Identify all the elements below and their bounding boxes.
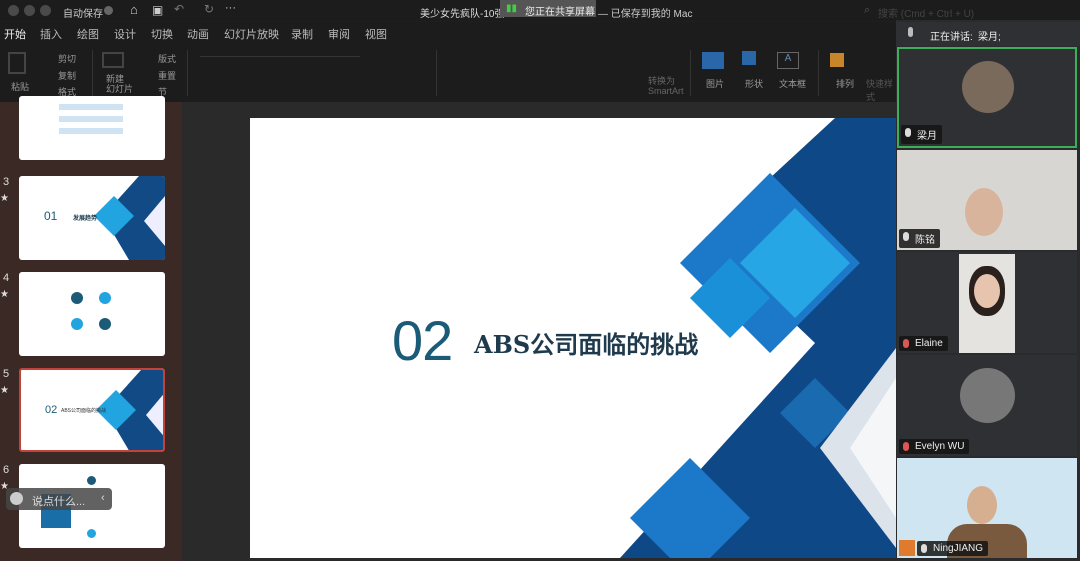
- signal-icon: ▮▮: [506, 3, 518, 14]
- tab-home[interactable]: 开始: [4, 26, 26, 46]
- tab-review[interactable]: 审阅: [328, 26, 350, 42]
- chat-placeholder: 说点什么...: [32, 496, 86, 508]
- redo-icon[interactable]: ↻: [204, 2, 214, 16]
- minimize-window-button[interactable]: [24, 5, 35, 16]
- tab-record[interactable]: 录制: [291, 26, 313, 42]
- participant-name: 梁月: [901, 125, 942, 144]
- video-tile-ningjiang[interactable]: NingJIANG: [897, 458, 1077, 558]
- arrange-button[interactable]: 排列: [836, 77, 854, 90]
- sharing-text: 您正在共享屏幕: [525, 7, 595, 18]
- new-slide-button[interactable]: 新建 幻灯片: [106, 74, 133, 94]
- slide-number: 3: [3, 176, 10, 188]
- microphone-icon: [903, 232, 909, 241]
- microphone-muted-icon: [903, 339, 909, 348]
- emoji-icon[interactable]: [10, 492, 23, 505]
- reset-button[interactable]: 重置: [158, 69, 176, 82]
- textbox-icon: A: [777, 52, 799, 69]
- participant-name: Elaine: [899, 336, 948, 351]
- avatar: [960, 368, 1015, 423]
- tab-view[interactable]: 视图: [365, 26, 387, 42]
- paste-icon[interactable]: [8, 52, 26, 74]
- picture-icon: [702, 52, 724, 69]
- slide-number: 4: [3, 272, 10, 284]
- new-slide-icon[interactable]: [102, 52, 124, 68]
- microphone-icon[interactable]: [908, 27, 913, 37]
- chat-input[interactable]: 说点什么... ‹: [6, 488, 112, 510]
- star-icon: ★: [0, 385, 9, 396]
- close-window-button[interactable]: [8, 5, 19, 16]
- slide-title: ABS公司面临的挑战: [61, 408, 107, 414]
- participant-name: Evelyn WU: [899, 439, 970, 454]
- undo-icon[interactable]: ↶: [174, 2, 184, 16]
- current-slide[interactable]: 02 ABS公司面临的挑战: [250, 118, 896, 558]
- slide-number: 6: [3, 464, 10, 476]
- star-icon: ★: [0, 289, 9, 300]
- shape-button[interactable]: 形状: [745, 77, 763, 90]
- host-icon: [899, 540, 915, 556]
- speaking-bar: 正在讲话: 梁月;: [896, 22, 1080, 46]
- participant-video: [965, 188, 1003, 236]
- home-icon[interactable]: ⌂: [130, 2, 138, 17]
- convert-smartart-button[interactable]: 转换为 SmartArt: [648, 76, 684, 96]
- copy-button[interactable]: 复制: [58, 69, 76, 82]
- autosave-label: 自动保存: [63, 9, 103, 20]
- video-tile-chenming[interactable]: 陈铭: [897, 150, 1077, 250]
- video-tile-elaine[interactable]: Elaine: [897, 252, 1077, 353]
- zoom-window-button[interactable]: [40, 5, 51, 16]
- document-title: 美少女先疯队-10强: [420, 9, 505, 20]
- sharing-badge[interactable]: ▮▮ 您正在共享屏幕: [500, 0, 596, 18]
- participant-video: [959, 254, 1015, 353]
- shape-icon: [742, 51, 756, 65]
- video-tile-evelyn-wu[interactable]: Evelyn WU: [897, 355, 1077, 456]
- layout-button[interactable]: 版式: [158, 52, 176, 65]
- slide-number-title: 02: [45, 404, 58, 416]
- cut-button[interactable]: 剪切: [58, 52, 76, 65]
- tab-design[interactable]: 设计: [114, 26, 136, 42]
- star-icon: ★: [0, 193, 9, 204]
- video-tile-liangyue[interactable]: 梁月: [897, 47, 1077, 148]
- saved-status: — 已保存到我的 Mac: [598, 9, 693, 20]
- autosave-toggle[interactable]: [104, 6, 113, 15]
- slide-thumbnail-2[interactable]: [19, 96, 165, 160]
- ribbon: 粘贴 剪切 复制 格式 新建 幻灯片 版式 重置 节 转换为 SmartArt …: [0, 44, 900, 102]
- search-icon: ⌕: [864, 4, 871, 16]
- search-input[interactable]: 搜索 (Cmd + Ctrl + U): [878, 5, 974, 20]
- slide-thumbnail-5-selected[interactable]: 02 ABS公司面临的挑战: [19, 368, 165, 452]
- participant-video: [967, 486, 997, 524]
- textbox-button[interactable]: 文本框: [779, 77, 806, 90]
- slide-thumbnail-4[interactable]: [19, 272, 165, 356]
- tab-draw[interactable]: 绘图: [77, 26, 99, 42]
- more-icon[interactable]: ···: [225, 2, 236, 14]
- save-icon[interactable]: ▣: [152, 3, 163, 17]
- title-bar: 自动保存 ⌂ ▣ ↶ ↻ ··· 美少女先疯队-10强 ▮▮ 您正在共享屏幕 — …: [0, 0, 1080, 21]
- slide-number-title: 01: [44, 209, 58, 223]
- arrange-icon: [830, 53, 844, 67]
- speaker-name: 梁月;: [978, 32, 1001, 43]
- microphone-icon: [905, 128, 911, 137]
- speaking-label: 正在讲话:: [930, 32, 973, 43]
- slide-number: 5: [3, 368, 10, 380]
- slide-title: 发展趋势: [73, 216, 98, 222]
- avatar: [962, 61, 1014, 113]
- paste-button[interactable]: 粘贴: [11, 80, 29, 93]
- participant-name: 陈铭: [899, 229, 940, 248]
- section-number: 02: [392, 309, 453, 372]
- tab-slideshow[interactable]: 幻灯片放映: [224, 26, 279, 42]
- quick-styles-button[interactable]: 快速样式: [866, 77, 900, 103]
- tab-insert[interactable]: 插入: [40, 26, 62, 42]
- tab-animations[interactable]: 动画: [187, 26, 209, 42]
- slide-title: ABS公司面临的挑战: [474, 330, 699, 359]
- font-name-select[interactable]: [200, 56, 360, 57]
- microphone-icon: [921, 544, 927, 553]
- meeting-video-panel: 正在讲话: 梁月; 梁月 陈铭 Elaine Evelyn WU NingJIA…: [896, 20, 1080, 561]
- participant-name: NingJIANG: [917, 541, 989, 556]
- slide-thumbnail-3[interactable]: 01 发展趋势: [19, 176, 165, 260]
- picture-button[interactable]: 图片: [706, 77, 724, 90]
- tab-transitions[interactable]: 切换: [151, 26, 173, 42]
- collapse-icon[interactable]: ‹: [101, 492, 105, 504]
- microphone-muted-icon: [903, 442, 909, 451]
